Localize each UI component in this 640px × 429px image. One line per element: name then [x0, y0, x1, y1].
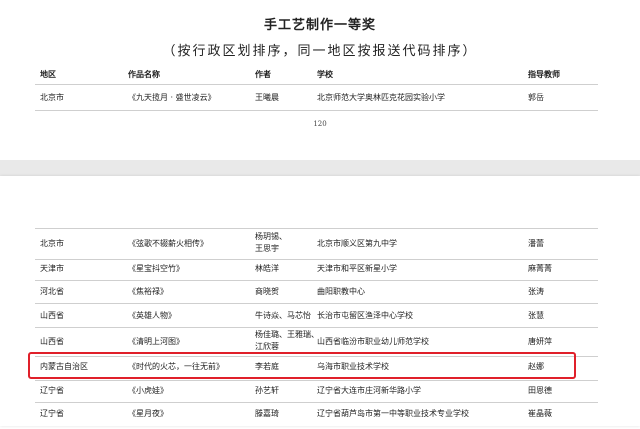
cell-author: 牛诗焱、马芯怡 [255, 311, 311, 320]
table-divider [35, 228, 598, 229]
cell-school: 曲阳职教中心 [317, 287, 365, 296]
cell-work: 《清明上河图》 [128, 337, 184, 346]
header-school: 学校 [317, 70, 333, 79]
cell-author: 商晓贺 [255, 287, 279, 296]
cell-teacher: 张涛 [528, 287, 544, 296]
document-page-2: 北京市 《弦歌不辍薪火相传》 杨玥锡、 王思宇 北京市顺义区第九中学 潘蕾 天津… [0, 176, 640, 426]
page-gap [0, 160, 640, 176]
cell-teacher: 潘蕾 [528, 239, 544, 248]
cell-region: 北京市 [40, 239, 64, 248]
cell-teacher: 郭岳 [528, 93, 544, 102]
table-divider [35, 110, 598, 111]
highlight-box [28, 352, 576, 379]
table-divider [35, 327, 598, 328]
cell-school: 辽宁省大连市庄河新华路小学 [317, 386, 421, 395]
header-work: 作品名称 [128, 70, 160, 79]
cell-work: 《英雄人物》 [128, 311, 176, 320]
cell-region: 山西省 [40, 337, 64, 346]
table-row: 山西省 《清明上河图》 杨佳璐、王雅瑞、 江欣蓉 山西省临汾市职业幼儿师范学校 … [0, 330, 640, 354]
cell-region: 辽宁省 [40, 409, 64, 418]
page-subtitle: （按行政区划排序，同一地区按报送代码排序） [162, 44, 478, 59]
cell-teacher: 崔晶薇 [528, 409, 552, 418]
cell-teacher: 麻菁菁 [528, 264, 552, 273]
table-divider [35, 303, 598, 304]
table-row: 北京市 《弦歌不辍薪火相传》 杨玥锡、 王思宇 北京市顺义区第九中学 潘蕾 [0, 232, 640, 256]
header-author: 作者 [255, 70, 271, 79]
cell-work: 《九天揽月 · 盛世凌云》 [128, 93, 216, 102]
cell-teacher: 唐妍萍 [528, 337, 552, 346]
table-divider [35, 259, 598, 260]
header-teacher: 指导教师 [528, 70, 560, 79]
table-row: 辽宁省 《小虎娃》 孙艺轩 辽宁省大连市庄河新华路小学 田恩德 [0, 386, 640, 406]
cell-work: 《焦裕禄》 [128, 287, 168, 296]
cell-school: 北京市顺义区第九中学 [317, 239, 397, 248]
cell-author-line2: 江欣蓉 [255, 342, 279, 351]
table-row: 山西省 《英雄人物》 牛诗焱、马芯怡 长治市屯留区渔泽中心学校 张慧 [0, 311, 640, 331]
cell-teacher: 张慧 [528, 311, 544, 320]
cell-author: 杨玥锡、 [255, 232, 287, 241]
cell-region: 河北省 [40, 287, 64, 296]
table-divider [35, 280, 598, 281]
page-number: 120 [313, 120, 327, 128]
cell-region: 辽宁省 [40, 386, 64, 395]
cell-school: 辽宁省葫芦岛市第一中等职业技术专业学校 [317, 409, 469, 418]
cell-region: 山西省 [40, 311, 64, 320]
cell-author: 林皓洋 [255, 264, 279, 273]
cell-author-line2: 王思宇 [255, 244, 279, 253]
cell-work: 《星宝抖空竹》 [128, 264, 184, 273]
cell-author: 孙艺轩 [255, 386, 279, 395]
cell-author: 滕嘉琦 [255, 409, 279, 418]
table-divider [35, 84, 598, 85]
table-row: 天津市 《星宝抖空竹》 林皓洋 天津市和平区新星小学 麻菁菁 [0, 264, 640, 284]
cell-school: 北京师范大学奥林匹克花园实验小学 [317, 93, 445, 102]
table-divider [35, 380, 598, 381]
cell-school: 长治市屯留区渔泽中心学校 [317, 311, 413, 320]
cell-teacher: 田恩德 [528, 386, 552, 395]
document-page-1: 手工艺制作一等奖 （按行政区划排序，同一地区按报送代码排序） 地区 作品名称 作… [0, 0, 640, 160]
cell-region: 北京市 [40, 93, 64, 102]
table-row: 辽宁省 《星月夜》 滕嘉琦 辽宁省葫芦岛市第一中等职业技术专业学校 崔晶薇 [0, 409, 640, 429]
cell-work: 《弦歌不辍薪火相传》 [128, 239, 208, 248]
cell-school: 山西省临汾市职业幼儿师范学校 [317, 337, 429, 346]
cell-school: 天津市和平区新星小学 [317, 264, 397, 273]
cell-work: 《小虎娃》 [128, 386, 168, 395]
table-header: 地区 作品名称 作者 学校 指导教师 [0, 70, 640, 90]
page-title: 手工艺制作一等奖 [263, 18, 376, 33]
table-row: 河北省 《焦裕禄》 商晓贺 曲阳职教中心 张涛 [0, 287, 640, 307]
cell-work: 《星月夜》 [128, 409, 168, 418]
cell-region: 天津市 [40, 264, 64, 273]
cell-author: 王曦晨 [255, 93, 279, 102]
table-divider [35, 402, 598, 403]
header-region: 地区 [40, 70, 56, 79]
cell-author: 杨佳璐、王雅瑞、 [255, 330, 319, 339]
